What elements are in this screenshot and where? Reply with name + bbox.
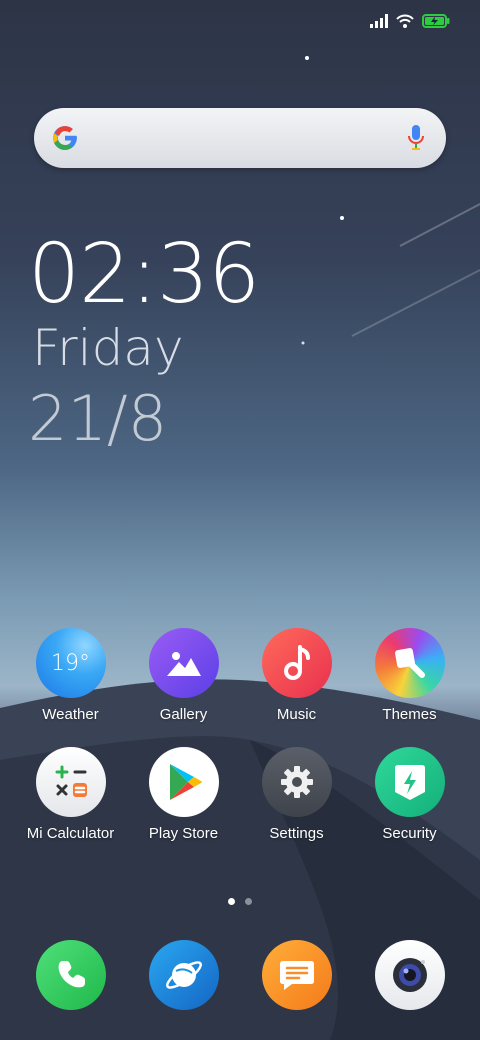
app-mi-calculator[interactable]: Mi Calculator <box>14 747 127 842</box>
camera-icon <box>374 940 445 1010</box>
home-app-grid: 19° Weather Gallery Music Themes Mi Calc… <box>14 628 466 842</box>
clock-time[interactable]: 02:36 <box>28 230 260 320</box>
browser-planet-icon <box>148 940 219 1010</box>
calculator-icon <box>35 747 106 817</box>
app-label: Themes <box>382 706 437 723</box>
app-play-store[interactable]: Play Store <box>127 747 240 842</box>
microphone-icon[interactable] <box>406 124 426 152</box>
dock-browser[interactable] <box>127 940 240 1010</box>
page-dot-1[interactable] <box>228 898 235 905</box>
app-label: Security <box>382 825 437 842</box>
clock-date: 21/8 <box>28 382 168 455</box>
app-settings[interactable]: Settings <box>240 747 353 842</box>
app-gallery[interactable]: Gallery <box>127 628 240 723</box>
dock-messages[interactable] <box>240 940 353 1010</box>
app-themes[interactable]: Themes <box>353 628 466 723</box>
phone-icon <box>35 940 106 1010</box>
cellular-signal-icon <box>370 14 388 28</box>
battery-charging-icon <box>422 14 450 28</box>
app-label: Mi Calculator <box>26 825 115 842</box>
music-note-icon <box>261 628 332 698</box>
app-label: Settings <box>269 825 324 842</box>
google-search-bar[interactable] <box>34 108 446 168</box>
dock-camera[interactable] <box>353 940 466 1010</box>
app-label: Music <box>276 706 317 723</box>
page-indicator <box>0 898 480 905</box>
play-store-icon <box>148 747 219 817</box>
dock-phone[interactable] <box>14 940 127 1010</box>
page-dot-2[interactable] <box>245 898 252 905</box>
messages-icon <box>261 940 332 1010</box>
app-weather[interactable]: 19° Weather <box>14 628 127 723</box>
app-label: Gallery <box>159 706 208 723</box>
weather-temperature: 19° <box>51 650 90 676</box>
weather-icon: 19° <box>35 628 106 698</box>
app-music[interactable]: Music <box>240 628 353 723</box>
google-g-icon <box>53 126 77 150</box>
app-label: Play Store <box>148 825 219 842</box>
security-shield-icon <box>374 747 445 817</box>
wifi-icon <box>396 14 414 28</box>
gear-icon <box>261 747 332 817</box>
gallery-icon <box>148 628 219 698</box>
app-security[interactable]: Security <box>353 747 466 842</box>
clock-day: Friday <box>32 319 184 377</box>
status-bar <box>370 10 450 32</box>
themes-brush-icon <box>374 628 445 698</box>
dock <box>14 940 466 1010</box>
app-label: Weather <box>42 706 99 723</box>
